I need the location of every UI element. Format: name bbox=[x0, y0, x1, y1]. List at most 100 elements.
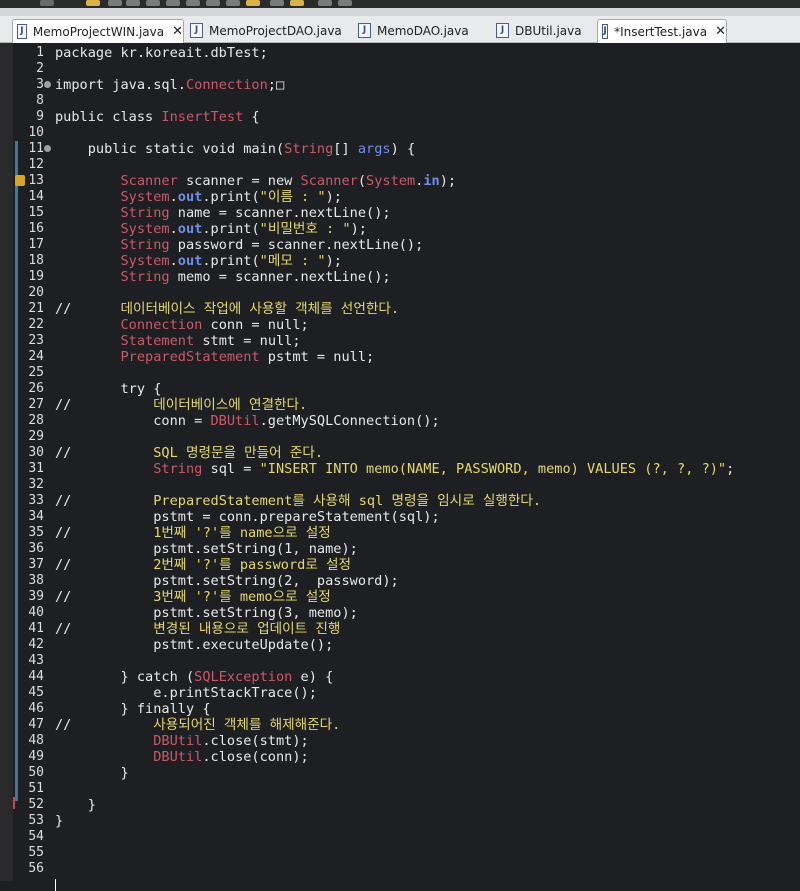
line-number: 37 bbox=[28, 557, 44, 572]
toolbar-icon[interactable] bbox=[186, 0, 200, 6]
close-icon[interactable]: ✕ bbox=[172, 24, 183, 39]
line-number: 12 bbox=[28, 157, 44, 172]
line-number: 46 bbox=[28, 701, 44, 716]
line-number: 33 bbox=[28, 493, 44, 508]
code-line: // 데이터베이스에 연결한다. bbox=[55, 397, 308, 413]
java-file-icon: J bbox=[602, 24, 609, 39]
toolbar-icon[interactable] bbox=[226, 0, 240, 6]
toolbar-icon[interactable] bbox=[166, 0, 180, 6]
code-line: DBUtil.close(conn); bbox=[153, 749, 309, 765]
toolbar-icon[interactable] bbox=[270, 0, 284, 6]
line-number: 42 bbox=[28, 637, 44, 652]
tab-strip-top bbox=[0, 8, 800, 16]
toolbar-icon[interactable] bbox=[290, 0, 304, 6]
line-number: 54 bbox=[28, 829, 44, 844]
toolbar bbox=[0, 0, 800, 8]
line-number: 41 bbox=[28, 621, 44, 636]
line-number: 10 bbox=[28, 125, 44, 140]
toolbar-icon[interactable] bbox=[338, 0, 352, 6]
code-line: // 변경된 내용으로 업데이트 진행 bbox=[55, 621, 341, 637]
tab-memoprojectdao[interactable]: J MemoProjectDAO.java bbox=[186, 19, 346, 42]
line-number: 29 bbox=[28, 429, 44, 444]
tab-label: MemoProjectWIN.java bbox=[32, 24, 165, 39]
tab-memodao[interactable]: J MemoDAO.java bbox=[354, 19, 484, 42]
line-number: 40 bbox=[28, 605, 44, 620]
line-number: 52 bbox=[28, 797, 44, 812]
code-line: // SQL 명령문을 만들어 준다. bbox=[55, 445, 324, 461]
line-number: 25 bbox=[28, 365, 44, 380]
line-number: 49 bbox=[28, 749, 44, 764]
code-line: String name = scanner.nextLine(); bbox=[120, 205, 391, 221]
line-number: 21 bbox=[28, 301, 44, 316]
line-number: 13 bbox=[28, 173, 44, 188]
fold-toggle-icon[interactable] bbox=[44, 145, 51, 152]
line-number: 50 bbox=[28, 765, 44, 780]
line-number: 14 bbox=[28, 189, 44, 204]
close-icon[interactable]: ✕ bbox=[715, 24, 726, 39]
code-line: String sql = "INSERT INTO memo(NAME, PAS… bbox=[153, 461, 735, 477]
code-line: public class InsertTest { bbox=[55, 109, 260, 125]
code-line: // PreparedStatement를 사용해 sql 명령을 임시로 실행… bbox=[55, 493, 542, 509]
line-number: 39 bbox=[28, 589, 44, 604]
line-number: 35 bbox=[28, 525, 44, 540]
java-file-icon: J bbox=[17, 24, 27, 39]
toolbar-icon[interactable] bbox=[126, 0, 140, 6]
line-number: 32 bbox=[28, 477, 44, 492]
line-number: 56 bbox=[28, 861, 44, 876]
code-line: pstmt.setString(2, password); bbox=[55, 573, 399, 589]
code-line: String password = scanner.nextLine(); bbox=[120, 237, 424, 253]
line-number: 15 bbox=[28, 205, 44, 220]
code-line: // 사용되어진 객체를 해제해준다. bbox=[55, 717, 341, 733]
toolbar-icon[interactable] bbox=[146, 0, 160, 6]
code-line: import java.sql.Connection;□ bbox=[55, 77, 285, 93]
toolbar-icon[interactable] bbox=[86, 0, 100, 6]
code-line: pstmt.setString(1, name); bbox=[55, 541, 358, 557]
toolbar-icon[interactable] bbox=[108, 0, 122, 6]
code-line: System.out.print("이름 : "); bbox=[120, 189, 342, 205]
toolbar-icon[interactable] bbox=[206, 0, 220, 6]
tab-dbutil[interactable]: J DBUtil.java bbox=[492, 19, 602, 42]
code-editor[interactable]: 1 package kr.koreait.dbTest; 2 3 import java… bbox=[0, 43, 800, 891]
fold-toggle-icon[interactable] bbox=[44, 81, 51, 88]
code-line: // 1번째 '?'를 name으로 설정 bbox=[55, 525, 331, 541]
code-line: } catch (SQLException e) { bbox=[55, 669, 334, 685]
line-number: 44 bbox=[28, 669, 44, 684]
line-number: 2 bbox=[36, 61, 44, 76]
code-line: Scanner scanner = new Scanner(System.in)… bbox=[120, 173, 457, 189]
line-number: 28 bbox=[28, 413, 44, 428]
line-number: 45 bbox=[28, 685, 44, 700]
line-number: 20 bbox=[28, 285, 44, 300]
tab-label: MemoDAO.java bbox=[377, 23, 469, 38]
code-line: DBUtil.close(stmt); bbox=[153, 733, 309, 749]
tab-inserttest[interactable]: J *InsertTest.java ✕ bbox=[597, 19, 727, 43]
toolbar-icon[interactable] bbox=[246, 0, 260, 6]
line-number: 36 bbox=[28, 541, 44, 556]
line-number: 43 bbox=[28, 653, 44, 668]
line-number: 47 bbox=[28, 717, 44, 732]
line-number: 17 bbox=[28, 237, 44, 252]
code-line: PreparedStatement pstmt = null; bbox=[120, 349, 375, 365]
code-line: pstmt = conn.prepareStatement(sql); bbox=[55, 509, 440, 525]
line-number: 1 bbox=[36, 45, 44, 60]
line-number: 55 bbox=[28, 845, 44, 860]
tab-memoprojectwin[interactable]: J MemoProjectWIN.java ✕ bbox=[12, 19, 184, 43]
toolbar-icon[interactable] bbox=[40, 0, 54, 6]
line-number: 3 bbox=[36, 77, 44, 92]
line-number: 53 bbox=[28, 813, 44, 828]
tab-label: DBUtil.java bbox=[515, 23, 582, 38]
code-line: } bbox=[55, 797, 96, 813]
code-line: public static void main(String[] args) { bbox=[55, 141, 416, 157]
error-marker bbox=[13, 797, 15, 809]
line-number: 11 bbox=[28, 141, 44, 156]
code-line: } bbox=[55, 813, 64, 829]
line-number: 34 bbox=[28, 509, 44, 524]
code-line: pstmt.executeUpdate(); bbox=[55, 637, 334, 653]
toolbar-icon[interactable] bbox=[318, 0, 332, 6]
overview-ruler bbox=[0, 43, 13, 881]
line-number: 22 bbox=[28, 317, 44, 332]
code-line: System.out.print("비밀번호 : "); bbox=[120, 221, 367, 237]
line-number: 51 bbox=[28, 781, 44, 796]
line-number: 30 bbox=[28, 445, 44, 460]
java-file-icon: J bbox=[496, 23, 509, 38]
line-number: 18 bbox=[28, 253, 44, 268]
